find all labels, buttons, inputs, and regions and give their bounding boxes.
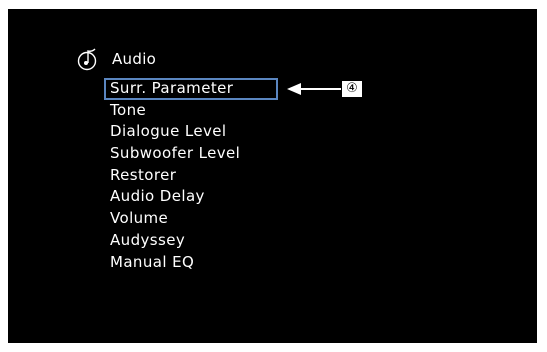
audio-note-icon <box>77 48 97 71</box>
menu-item-audio-delay[interactable]: Audio Delay <box>104 186 278 208</box>
menu-header: Audio <box>76 47 156 71</box>
menu-item-surr-parameter[interactable]: Surr. Parameter <box>104 78 278 100</box>
step-callout: ④ <box>287 78 363 100</box>
menu-title: Audio <box>112 50 157 68</box>
menu-item-restorer[interactable]: Restorer <box>104 165 278 187</box>
osd-screen: Audio Surr. Parameter Tone Dialogue Leve… <box>8 9 537 343</box>
menu-item-tone[interactable]: Tone <box>104 100 278 122</box>
menu-item-subwoofer-level[interactable]: Subwoofer Level <box>104 143 278 165</box>
audio-menu-list: Surr. Parameter Tone Dialogue Level Subw… <box>104 78 278 273</box>
menu-item-audyssey[interactable]: Audyssey <box>104 230 278 252</box>
menu-item-manual-eq[interactable]: Manual EQ <box>104 252 278 274</box>
arrow-left-icon <box>287 83 341 95</box>
step-number-badge: ④ <box>341 80 363 98</box>
menu-item-dialogue-level[interactable]: Dialogue Level <box>104 121 278 143</box>
menu-item-volume[interactable]: Volume <box>104 208 278 230</box>
page: Audio Surr. Parameter Tone Dialogue Leve… <box>0 0 547 352</box>
